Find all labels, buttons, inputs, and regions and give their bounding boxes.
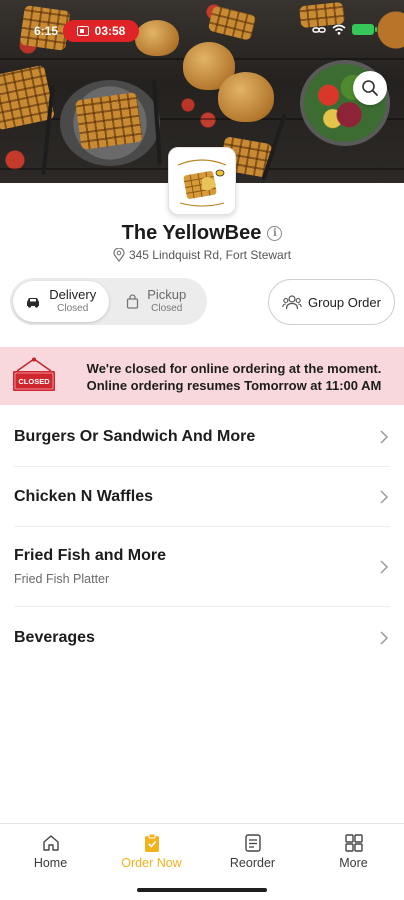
order-mode-toggle: Delivery Closed Pickup Closed xyxy=(10,278,207,325)
restaurant-logo xyxy=(168,147,236,215)
category-name: Burgers Or Sandwich And More xyxy=(14,427,256,445)
delivery-status: Closed xyxy=(57,303,89,315)
category-name: Chicken N Waffles xyxy=(14,487,153,505)
chevron-right-icon xyxy=(380,429,389,444)
pickup-label: Pickup xyxy=(147,287,187,303)
category-item-fried-fish[interactable]: Fried Fish and More Fried Fish Platter xyxy=(14,527,390,607)
nav-home-label: Home xyxy=(33,856,68,870)
logo-mark xyxy=(177,159,227,207)
nav-reorder[interactable]: Reorder xyxy=(202,824,303,879)
nav-home[interactable]: Home xyxy=(0,824,101,879)
chevron-right-icon xyxy=(380,631,389,645)
location-pin-icon xyxy=(113,248,125,262)
category-item-chicken-waffles[interactable]: Chicken N Waffles xyxy=(14,467,390,527)
menu-category-list: Burgers Or Sandwich And More Chicken N W… xyxy=(0,407,404,669)
status-bar: 6:15 03:58 xyxy=(0,0,404,42)
link-icon xyxy=(312,26,326,33)
search-icon xyxy=(362,80,378,96)
category-item-burgers[interactable]: Burgers Or Sandwich And More xyxy=(14,407,390,467)
nav-reorder-label: Reorder xyxy=(229,856,276,870)
record-icon xyxy=(76,26,89,36)
screen-recording-indicator[interactable]: 03:58 xyxy=(63,20,139,42)
delivery-option[interactable]: Delivery Closed xyxy=(13,281,109,322)
closed-message-line2: Online ordering resumes Tomorrow at 11:0… xyxy=(86,378,382,393)
status-time: 6:15 xyxy=(34,24,59,38)
nav-order-now-label: Order Now xyxy=(121,856,182,870)
chevron-right-icon xyxy=(380,559,389,574)
status-icons xyxy=(312,24,377,35)
nav-more-label: More xyxy=(339,856,368,870)
category-item-beverages[interactable]: Beverages xyxy=(14,607,390,669)
recording-timer: 03:58 xyxy=(94,24,126,38)
group-order-label: Group Order xyxy=(308,294,381,310)
order-icon xyxy=(144,833,159,852)
home-icon xyxy=(42,835,59,851)
info-icon[interactable]: i xyxy=(267,226,283,241)
nav-more[interactable]: More xyxy=(303,824,404,879)
restaurant-address-row: 345 Lindquist Rd, Fort Stewart xyxy=(0,248,404,262)
bottom-navigation: Home Order Now Reorder More xyxy=(0,823,404,879)
nav-order-now[interactable]: Order Now xyxy=(101,824,202,879)
closed-sign-text: CLOSED xyxy=(18,377,50,386)
closed-banner: CLOSED We're closed for online ordering … xyxy=(0,347,404,405)
category-name: Beverages xyxy=(14,629,95,646)
chevron-right-icon xyxy=(380,489,389,504)
restaurant-name: The YellowBee xyxy=(121,222,262,244)
battery-icon xyxy=(352,24,377,35)
system-home-indicator[interactable] xyxy=(137,888,267,892)
group-users-icon xyxy=(282,295,302,310)
bag-icon xyxy=(127,294,139,309)
search-button[interactable] xyxy=(353,71,387,105)
car-icon xyxy=(27,297,40,308)
category-subtitle: Fried Fish Platter xyxy=(14,572,110,586)
grid-icon xyxy=(344,834,363,852)
closed-sign-icon: CLOSED xyxy=(13,357,55,391)
pickup-option[interactable]: Pickup Closed xyxy=(109,281,205,322)
group-order-button[interactable]: Group Order xyxy=(268,279,395,325)
receipt-icon xyxy=(244,834,261,852)
wifi-icon xyxy=(332,24,346,35)
pickup-status: Closed xyxy=(151,303,183,315)
restaurant-title-row: The YellowBee i xyxy=(0,222,404,245)
category-name: Fried Fish and More xyxy=(14,547,167,564)
delivery-label: Delivery xyxy=(49,287,97,303)
closed-message-line1: We're closed for online ordering at the … xyxy=(86,361,382,376)
closed-message: We're closed for online ordering at the … xyxy=(66,360,402,394)
restaurant-address: 345 Lindquist Rd, Fort Stewart xyxy=(128,248,292,262)
